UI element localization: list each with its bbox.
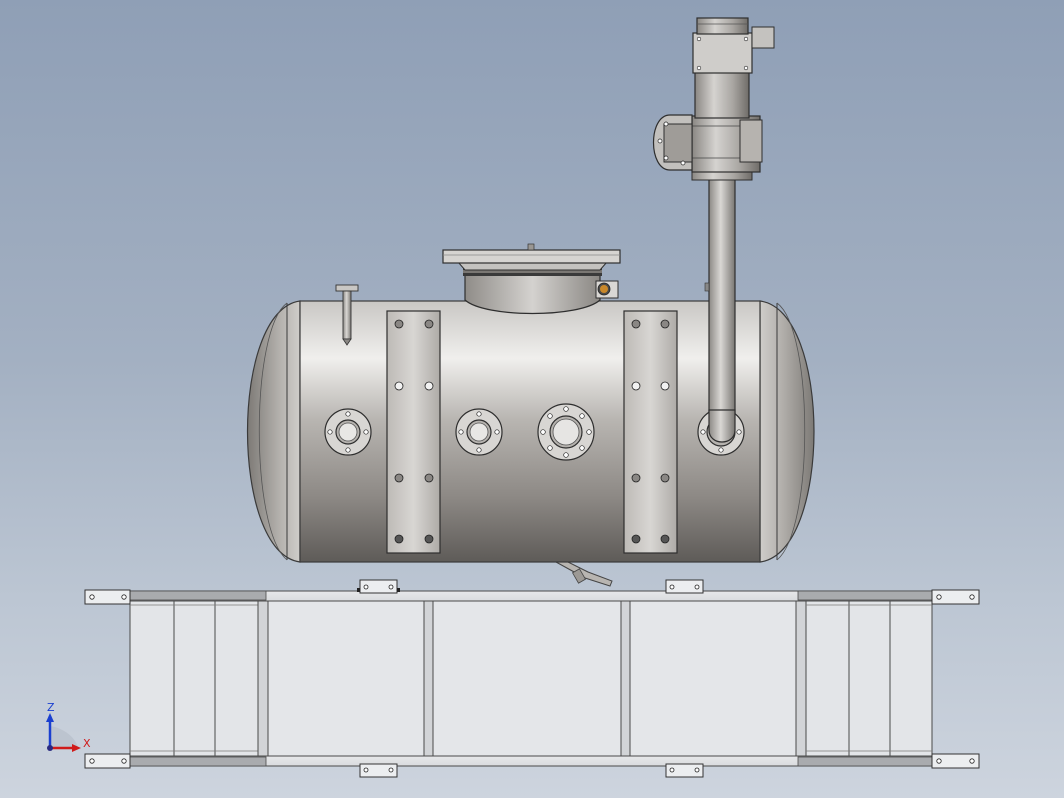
mid-lug-top-right (665, 579, 704, 594)
pipe-elbow (708, 409, 736, 443)
left-panel-section (129, 600, 261, 757)
nozzle-flange-2 (455, 408, 503, 456)
manway (442, 243, 621, 315)
corner-lug-bottom-right (931, 753, 980, 769)
rail-shade-left-bottom (129, 756, 267, 767)
mid-lug-bottom-left (359, 763, 398, 778)
corner-lug-top-right (931, 589, 980, 605)
x-axis-label: X (83, 737, 91, 750)
discharge-pipe (708, 177, 736, 414)
tank-head-right (759, 300, 815, 563)
mid-lug-bottom-right (665, 763, 704, 778)
rail-shade-right-bottom (797, 756, 933, 767)
motor-terminal-box (692, 32, 753, 74)
corner-lug-top-left (84, 589, 131, 605)
tank-head-left (246, 300, 301, 563)
center-panel-2 (432, 600, 622, 757)
motor-fan-cover (696, 17, 749, 35)
cross-member-center-right (620, 600, 631, 757)
cross-member-right (795, 600, 807, 757)
nozzle-flange-1 (324, 408, 372, 456)
z-axis-label: Z (47, 701, 55, 714)
support-plate-left (386, 310, 441, 554)
center-panel-3 (629, 600, 797, 757)
nozzle-flange-3 (537, 403, 595, 461)
corner-lug-bottom-left (84, 753, 131, 769)
cross-member-left (257, 600, 269, 757)
sight-glass (595, 280, 619, 299)
mid-lug-top-left (357, 579, 400, 594)
pump-volute (691, 115, 763, 173)
cad-viewport[interactable]: Z X (0, 0, 1064, 798)
triad-origin (47, 745, 53, 751)
support-plate-right (623, 310, 678, 554)
pump-motor (692, 17, 775, 119)
base-frame (84, 579, 980, 778)
cross-member-center-left (423, 600, 434, 757)
manway-cover (442, 249, 621, 264)
rail-shade-left-top (129, 590, 267, 601)
rail-shade-right-top (797, 590, 933, 601)
coordinate-triad: Z X (46, 701, 91, 752)
pump-suction-flange (652, 114, 693, 171)
right-panel-section (805, 600, 933, 757)
center-panel-1 (267, 600, 425, 757)
triad-plane (50, 726, 78, 748)
